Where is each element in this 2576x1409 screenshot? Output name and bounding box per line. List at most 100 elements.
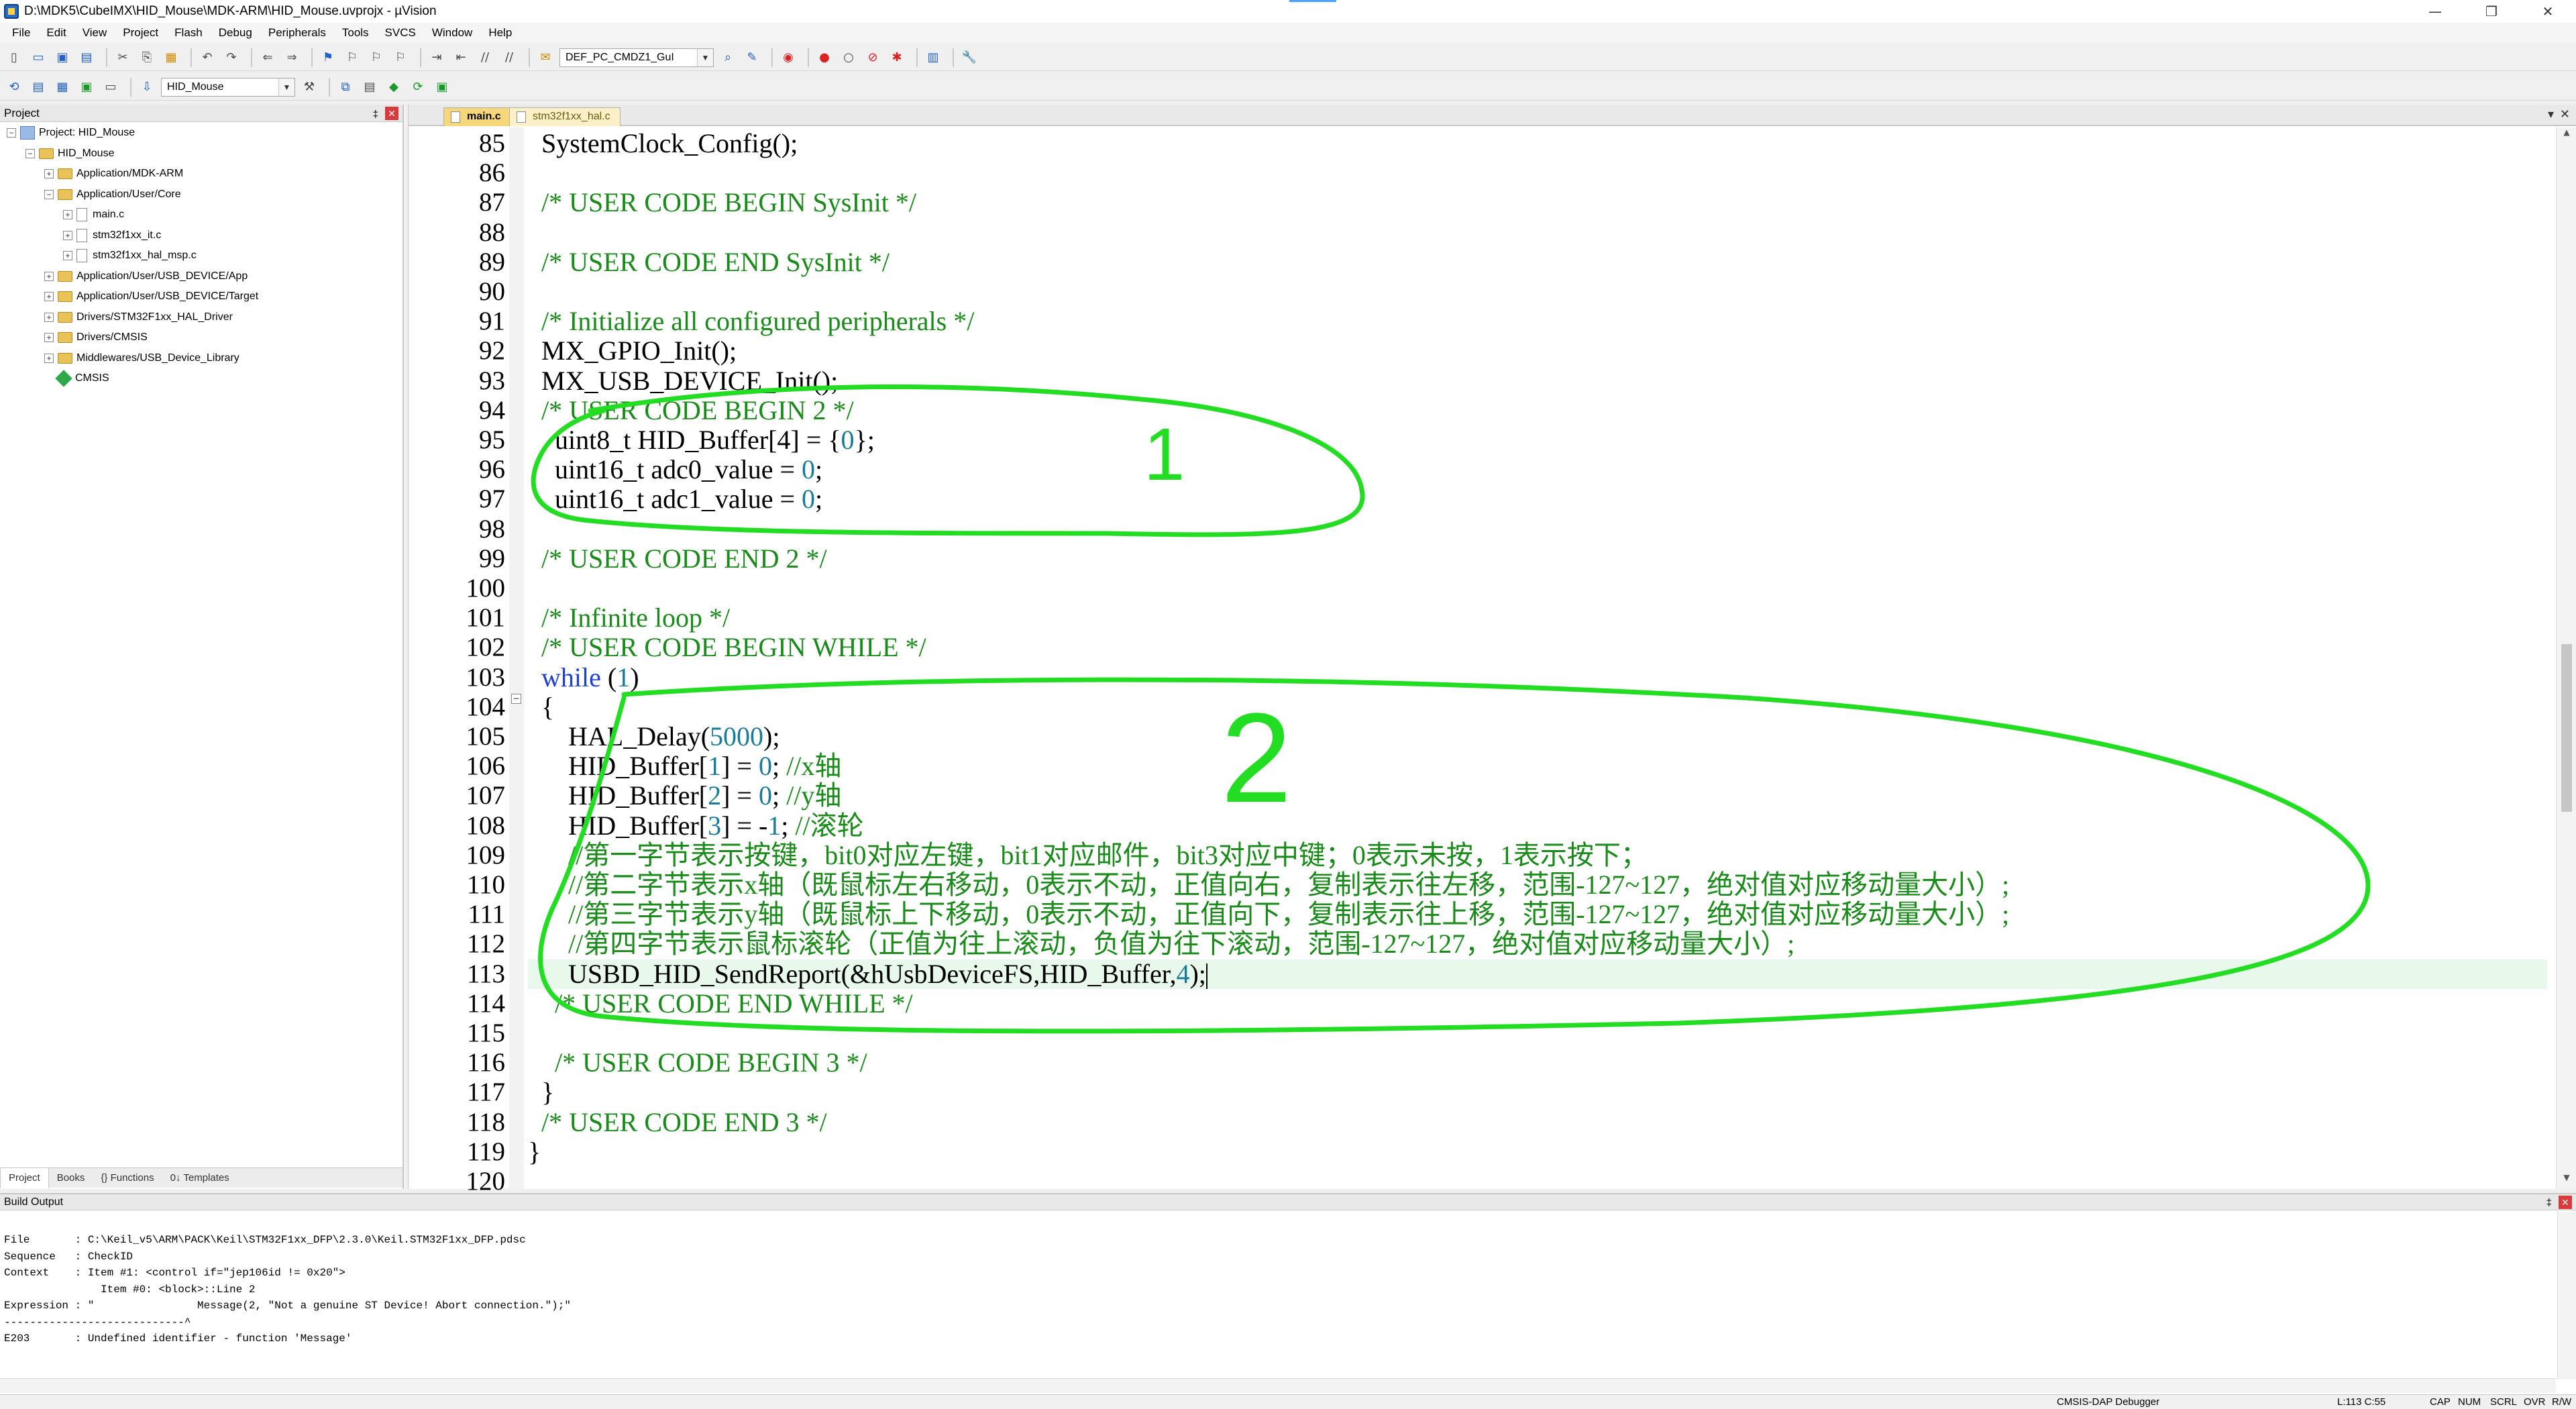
- expand-icon[interactable]: +: [44, 333, 54, 342]
- chevron-down-icon[interactable]: ▼: [278, 78, 294, 96]
- tree-item[interactable]: + Application/User/USB_DEVICE/App: [44, 267, 248, 286]
- menu-window[interactable]: Window: [424, 23, 480, 43]
- download-icon[interactable]: ⇩: [137, 77, 157, 97]
- tree-item[interactable]: + Application/MDK-ARM: [44, 164, 183, 183]
- tree-item[interactable]: + Drivers/STM32F1xx_HAL_Driver: [44, 308, 233, 327]
- copy-icon[interactable]: ⎘: [137, 48, 157, 68]
- unindent-icon[interactable]: ⇤: [451, 48, 471, 68]
- tree-item[interactable]: − Application/User/Core: [44, 185, 181, 204]
- kill-breakpoints-icon[interactable]: ✱: [887, 48, 907, 68]
- window-layout-icon[interactable]: ▥: [923, 48, 943, 68]
- expand-icon[interactable]: +: [44, 169, 54, 178]
- disable-all-breakpoints-icon[interactable]: ⊘: [863, 48, 883, 68]
- save-all-icon[interactable]: ▤: [76, 48, 97, 68]
- build-output-hscrollbar[interactable]: [0, 1378, 2556, 1393]
- collapse-icon[interactable]: −: [44, 189, 54, 199]
- tree-item[interactable]: + stm32f1xx_it.c: [63, 226, 161, 245]
- debug-session-icon[interactable]: ◉: [778, 48, 798, 68]
- build-output-text[interactable]: File : C:\Keil_v5\ARM\PACK\Keil\STM32F1x…: [4, 1232, 571, 1347]
- tree-item[interactable]: − Project: HID_Mouse: [7, 123, 135, 142]
- tab-stm32f1xx-hal-c[interactable]: stm32f1xx_hal.c: [509, 107, 621, 126]
- menu-file[interactable]: File: [4, 23, 38, 43]
- expand-icon[interactable]: +: [63, 251, 72, 260]
- panel-tab-0[interactable]: Project: [0, 1168, 49, 1188]
- menu-flash[interactable]: Flash: [166, 23, 211, 43]
- panel-tab-2[interactable]: {} Functions: [93, 1168, 162, 1188]
- open-file-icon[interactable]: ▭: [28, 48, 48, 68]
- menu-project[interactable]: Project: [115, 23, 166, 43]
- incremental-find-icon[interactable]: ✎: [742, 48, 762, 68]
- select-packs-icon[interactable]: ▤: [360, 77, 380, 97]
- tab-main-c[interactable]: main.c: [443, 107, 511, 126]
- collapse-icon[interactable]: −: [25, 148, 35, 158]
- run-time-environment-icon[interactable]: ▣: [432, 77, 452, 97]
- menu-help[interactable]: Help: [480, 23, 520, 43]
- panel-tab-1[interactable]: Books: [49, 1168, 93, 1188]
- breakpoint-icon[interactable]: ●: [814, 48, 835, 68]
- close-icon[interactable]: ✕: [2559, 1196, 2572, 1209]
- expand-icon[interactable]: +: [44, 271, 54, 281]
- scroll-up-icon[interactable]: ▲: [2557, 127, 2576, 144]
- chevron-down-icon[interactable]: ▼: [697, 48, 713, 66]
- scroll-down-icon[interactable]: ▼: [2557, 1173, 2576, 1189]
- redo-icon[interactable]: ↷: [221, 48, 241, 68]
- tree-item[interactable]: + Application/User/USB_DEVICE/Target: [44, 287, 258, 306]
- expand-icon[interactable]: +: [44, 312, 54, 322]
- menu-svcs[interactable]: SVCS: [377, 23, 424, 43]
- editor-vertical-scrollbar[interactable]: ▲ ▼: [2556, 127, 2576, 1189]
- menu-peripherals[interactable]: Peripherals: [260, 23, 334, 43]
- pin-icon[interactable]: ‡: [373, 106, 378, 123]
- find-combo[interactable]: DEF_PC_CMDZ1_GuI ▼: [559, 48, 714, 67]
- nav-back-icon[interactable]: ⇐: [258, 48, 278, 68]
- paste-icon[interactable]: ▦: [161, 48, 181, 68]
- stop-build-icon[interactable]: ▭: [101, 77, 121, 97]
- build-output-scrollbar[interactable]: [2557, 1212, 2576, 1379]
- code-area[interactable]: SystemClock_Config(); /* USER CODE BEGIN…: [528, 127, 2547, 1189]
- menu-view[interactable]: View: [74, 23, 115, 43]
- collapse-icon[interactable]: −: [7, 128, 16, 138]
- cut-icon[interactable]: ✂: [113, 48, 133, 68]
- target-combo[interactable]: HID_Mouse ▼: [161, 77, 295, 97]
- target-options-icon[interactable]: ⚒: [299, 77, 319, 97]
- fold-toggle[interactable]: −: [511, 694, 521, 704]
- new-file-icon[interactable]: ▯: [4, 48, 24, 68]
- pin-icon[interactable]: ‡: [2546, 1195, 2552, 1211]
- rebuild-icon[interactable]: ▦: [52, 77, 72, 97]
- expand-icon[interactable]: +: [63, 210, 72, 219]
- tree-item[interactable]: + stm32f1xx_hal_msp.c: [63, 246, 197, 265]
- panel-tab-3[interactable]: 0↓ Templates: [162, 1168, 237, 1188]
- manage-rte-icon[interactable]: ◆: [384, 77, 404, 97]
- menu-debug[interactable]: Debug: [211, 23, 260, 43]
- close-tab-icon[interactable]: ✕: [2560, 107, 2570, 121]
- tree-item[interactable]: + Drivers/CMSIS: [44, 328, 148, 347]
- tab-list-icon[interactable]: ▾: [2548, 107, 2554, 121]
- tree-item[interactable]: CMSIS: [44, 369, 109, 388]
- pack-installer-icon[interactable]: ⟳: [408, 77, 428, 97]
- tree-item[interactable]: − HID_Mouse: [25, 144, 114, 163]
- menu-tools[interactable]: Tools: [334, 23, 377, 43]
- tree-item[interactable]: + main.c: [63, 205, 124, 224]
- indent-icon[interactable]: ⇥: [427, 48, 447, 68]
- batch-build-icon[interactable]: ▣: [76, 77, 97, 97]
- save-icon[interactable]: ▣: [52, 48, 72, 68]
- find-in-files-icon[interactable]: ✉: [535, 48, 555, 68]
- restore-button[interactable]: ❐: [2463, 0, 2520, 23]
- close-icon[interactable]: ✕: [385, 107, 398, 120]
- nav-forward-icon[interactable]: ⇒: [282, 48, 302, 68]
- next-bookmark-icon[interactable]: ⚐: [366, 48, 386, 68]
- minimize-button[interactable]: —: [2407, 0, 2463, 23]
- close-window-button[interactable]: ✕: [2520, 0, 2576, 23]
- tree-item[interactable]: + Middlewares/USB_Device_Library: [44, 349, 239, 368]
- configure-icon[interactable]: 🔧: [959, 48, 979, 68]
- translate-icon[interactable]: ⟲: [4, 77, 24, 97]
- menu-edit[interactable]: Edit: [38, 23, 74, 43]
- scroll-thumb[interactable]: [2561, 644, 2572, 812]
- expand-icon[interactable]: +: [44, 353, 54, 363]
- prev-bookmark-icon[interactable]: ⚐: [342, 48, 362, 68]
- comment-icon[interactable]: //: [475, 48, 495, 68]
- bookmark-icon[interactable]: ⚑: [318, 48, 338, 68]
- build-icon[interactable]: ▤: [28, 77, 48, 97]
- clear-bookmarks-icon[interactable]: ⚐: [390, 48, 411, 68]
- expand-icon[interactable]: +: [63, 230, 72, 240]
- expand-icon[interactable]: +: [44, 292, 54, 301]
